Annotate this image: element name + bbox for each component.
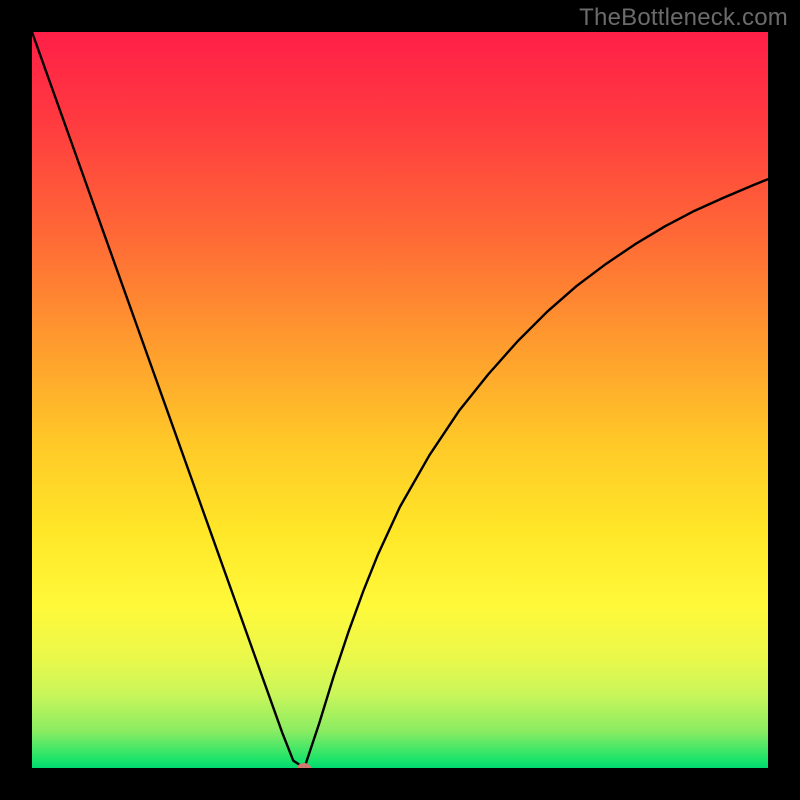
bottleneck-curve — [32, 32, 768, 768]
optimal-point-marker — [297, 763, 311, 768]
watermark-text: TheBottleneck.com — [579, 4, 788, 32]
chart-frame: TheBottleneck.com — [0, 0, 800, 800]
plot-area — [32, 32, 768, 768]
